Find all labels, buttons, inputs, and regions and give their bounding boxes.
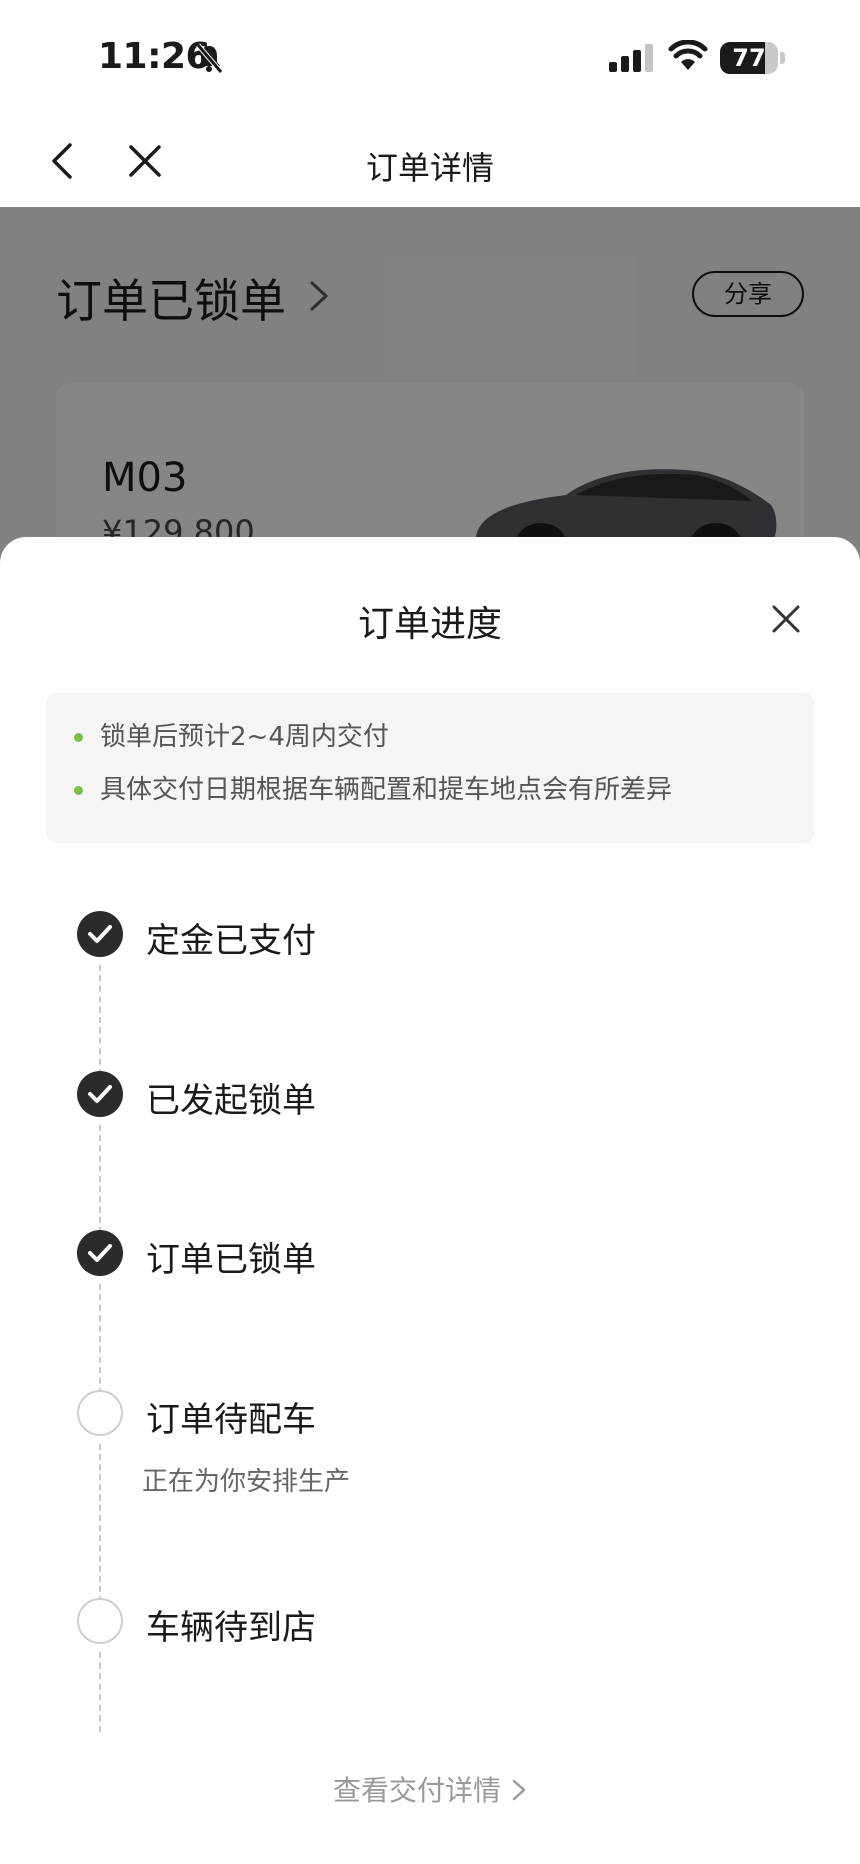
step-label: 订单已锁单 bbox=[146, 1240, 316, 1280]
sheet-title: 订单进度 bbox=[357, 604, 502, 645]
order-progress-sheet: 订单进度 锁单后预计2~4周内交付 具体交付日期根据车辆配置和提车地点会有所差异… bbox=[0, 537, 860, 1864]
view-delivery-details-link[interactable]: 查看交付详情 bbox=[0, 1769, 860, 1809]
close-icon[interactable] bbox=[770, 603, 802, 635]
check-circle-icon bbox=[77, 1071, 123, 1117]
status-bar: 11:26 77 bbox=[0, 0, 860, 115]
step-description: 正在为你安排生产 bbox=[142, 1467, 351, 1497]
step-label: 车辆待到店 bbox=[146, 1608, 316, 1648]
battery-percent: 77 bbox=[732, 44, 766, 72]
timeline-connector bbox=[99, 1652, 101, 1732]
silent-bell-icon bbox=[196, 43, 223, 74]
footer-link-label: 查看交付详情 bbox=[332, 1774, 501, 1807]
timeline-connector bbox=[99, 965, 101, 1075]
step-label: 已发起锁单 bbox=[146, 1081, 316, 1121]
wifi-icon bbox=[668, 40, 708, 70]
check-circle-icon bbox=[77, 1230, 123, 1276]
bullet-dot-icon bbox=[74, 733, 83, 742]
timeline-connector bbox=[99, 1444, 101, 1602]
timeline-connector bbox=[99, 1125, 101, 1233]
cellular-signal-icon bbox=[609, 44, 653, 72]
chevron-right-icon bbox=[512, 1779, 526, 1801]
check-circle-icon bbox=[77, 911, 123, 957]
step-label: 定金已支付 bbox=[146, 921, 316, 961]
battery-icon: 77 bbox=[720, 42, 785, 74]
page-title: 订单详情 bbox=[365, 149, 494, 187]
timeline-connector bbox=[99, 1284, 101, 1394]
empty-circle-icon bbox=[77, 1390, 123, 1436]
step-label: 订单待配车 bbox=[146, 1400, 316, 1440]
notice-box: 锁单后预计2~4周内交付 具体交付日期根据车辆配置和提车地点会有所差异 bbox=[46, 693, 814, 843]
empty-circle-icon bbox=[77, 1598, 123, 1644]
bullet-dot-icon bbox=[74, 786, 83, 795]
nav-bar: 订单详情 bbox=[0, 115, 860, 207]
